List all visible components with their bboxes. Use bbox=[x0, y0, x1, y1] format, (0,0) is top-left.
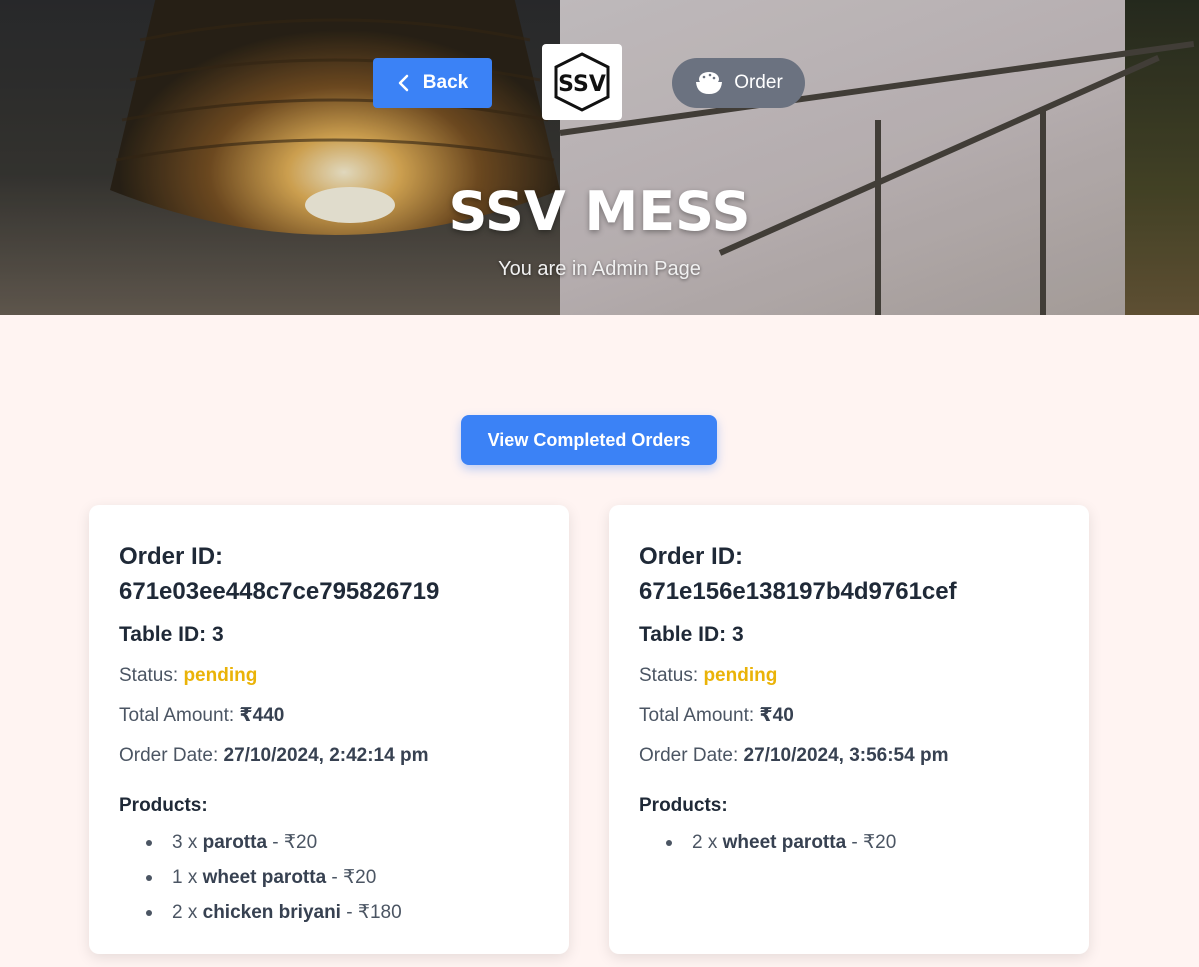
ssv-logo-icon: SSV bbox=[554, 52, 610, 112]
order-date: Order Date: 27/10/2024, 2:42:14 pm bbox=[119, 745, 539, 767]
order-card: Order ID: 671e03ee448c7ce795826719 Table… bbox=[89, 505, 569, 954]
date-label: Order Date: bbox=[119, 745, 219, 766]
order-total: Total Amount: ₹40 bbox=[639, 705, 1059, 727]
date-value: 27/10/2024, 2:42:14 pm bbox=[223, 745, 429, 766]
product-qty: 2 x bbox=[172, 902, 203, 923]
status-label: Status: bbox=[119, 665, 179, 686]
product-price: - ₹20 bbox=[326, 867, 377, 888]
total-value: ₹440 bbox=[239, 705, 285, 726]
table-id: Table ID: 3 bbox=[639, 623, 744, 646]
status-label: Status: bbox=[639, 665, 699, 686]
list-item: 2 x wheet parotta - ₹20 bbox=[663, 825, 1059, 860]
order-button[interactable]: Order bbox=[672, 58, 805, 108]
product-qty: 3 x bbox=[172, 832, 203, 853]
order-status: Status: pending bbox=[119, 665, 539, 687]
product-price: - ₹180 bbox=[340, 902, 402, 923]
status-badge: pending bbox=[703, 665, 778, 686]
order-total: Total Amount: ₹440 bbox=[119, 705, 539, 727]
total-label: Total Amount: bbox=[639, 705, 755, 726]
product-name: wheet parotta bbox=[722, 832, 847, 853]
order-id-label: Order ID: bbox=[639, 543, 744, 570]
table-id: Table ID: 3 bbox=[119, 623, 224, 646]
list-item: 3 x parotta - ₹20 bbox=[143, 825, 539, 860]
products-heading: Products: bbox=[639, 795, 728, 816]
order-status: Status: pending bbox=[639, 665, 1059, 687]
date-value: 27/10/2024, 3:56:54 pm bbox=[743, 745, 949, 766]
list-item: 1 x wheet parotta - ₹20 bbox=[143, 860, 539, 895]
order-id-label: Order ID: bbox=[119, 543, 224, 570]
order-id-value: 671e156e138197b4d9761cef bbox=[639, 578, 957, 605]
page-title: SSV MESS bbox=[448, 180, 751, 243]
product-name: wheet parotta bbox=[202, 867, 327, 888]
brand-logo[interactable]: SSV bbox=[542, 44, 622, 120]
back-button[interactable]: Back bbox=[373, 58, 492, 108]
back-button-label: Back bbox=[422, 72, 469, 93]
svg-text:SSV: SSV bbox=[558, 72, 606, 97]
product-name: chicken briyani bbox=[202, 902, 341, 923]
date-label: Order Date: bbox=[639, 745, 739, 766]
page-subtitle: You are in Admin Page bbox=[498, 258, 701, 280]
order-button-label: Order bbox=[734, 72, 783, 93]
product-qty: 2 x bbox=[692, 832, 723, 853]
status-badge: pending bbox=[183, 665, 258, 686]
product-name: parotta bbox=[202, 832, 268, 853]
rice-bowl-icon bbox=[696, 72, 723, 94]
total-value: ₹40 bbox=[759, 705, 794, 726]
chevron-left-icon bbox=[398, 74, 409, 92]
products-heading: Products: bbox=[119, 795, 208, 816]
product-list: 2 x wheet parotta - ₹20 bbox=[639, 825, 1059, 860]
view-completed-orders-button[interactable]: View Completed Orders bbox=[461, 415, 717, 465]
total-label: Total Amount: bbox=[119, 705, 235, 726]
order-card: Order ID: 671e156e138197b4d9761cef Table… bbox=[609, 505, 1089, 954]
product-price: - ₹20 bbox=[846, 832, 897, 853]
product-price: - ₹20 bbox=[267, 832, 318, 853]
product-list: 3 x parotta - ₹20 1 x wheet parotta - ₹2… bbox=[119, 825, 539, 930]
list-item: 2 x chicken briyani - ₹180 bbox=[143, 895, 539, 930]
order-date: Order Date: 27/10/2024, 3:56:54 pm bbox=[639, 745, 1059, 767]
product-qty: 1 x bbox=[172, 867, 203, 888]
order-id-value: 671e03ee448c7ce795826719 bbox=[119, 578, 440, 605]
